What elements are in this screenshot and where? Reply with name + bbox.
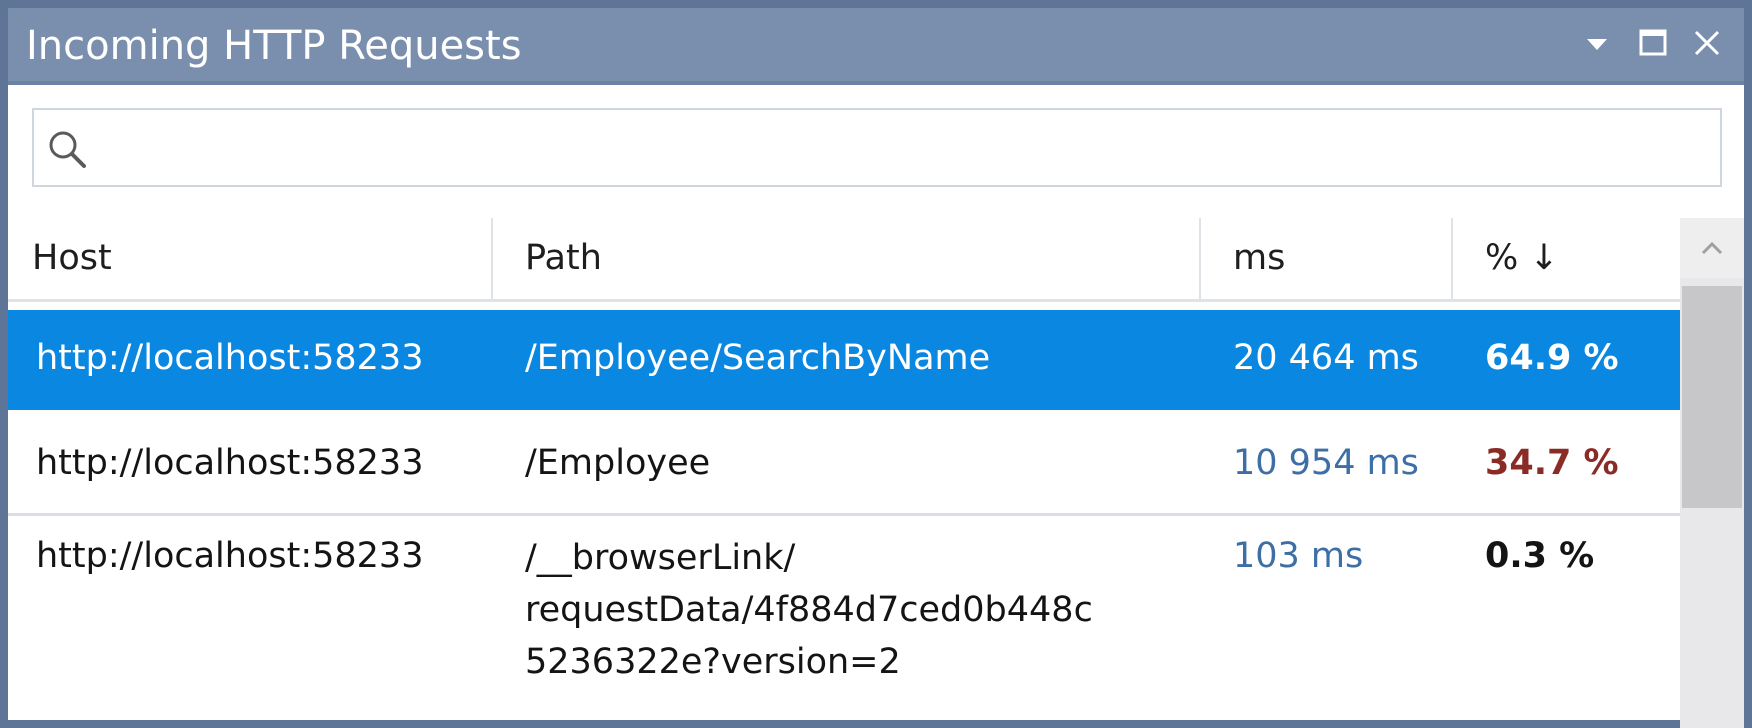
host-cell: http://localhost:58233 <box>36 536 424 576</box>
search-box[interactable] <box>32 108 1722 187</box>
path-line: 5236322e?version=2 <box>525 642 901 682</box>
title-bar[interactable]: Incoming HTTP Requests <box>8 8 1744 85</box>
table-header: Host Path ms % ↓ <box>8 218 1680 302</box>
chevron-down-icon <box>1587 39 1607 50</box>
host-cell: http://localhost:58233 <box>36 338 424 378</box>
requests-table: Host Path ms % ↓ http://localhost:58233 … <box>8 218 1744 728</box>
duration-cell: 20 464 ms <box>1233 338 1419 378</box>
table-row[interactable]: http://localhost:58233 /Employee 10 954 … <box>8 413 1680 516</box>
search-input[interactable] <box>104 120 1708 178</box>
table-row[interactable]: http://localhost:58233 /Employee/SearchB… <box>8 310 1680 410</box>
duration-cell: 10 954 ms <box>1233 443 1419 483</box>
column-header-percent[interactable]: % ↓ <box>1453 218 1680 299</box>
maximize-button[interactable] <box>1632 22 1674 64</box>
path-line: requestData/4f884d7ced0b448c <box>525 590 1093 630</box>
scroll-up-button[interactable] <box>1680 218 1744 278</box>
window-menu-button[interactable] <box>1576 22 1618 64</box>
scrollbar-thumb[interactable] <box>1682 286 1742 508</box>
column-header-ms[interactable]: ms <box>1201 218 1453 299</box>
table-row[interactable]: http://localhost:58233 /__browserLink/ r… <box>8 516 1680 728</box>
vertical-scrollbar[interactable] <box>1680 218 1744 728</box>
chevron-up-icon <box>1701 241 1723 255</box>
window-title: Incoming HTTP Requests <box>26 23 522 69</box>
column-header-host[interactable]: Host <box>8 218 493 299</box>
percent-cell: 34.7 % <box>1485 443 1619 483</box>
maximize-icon <box>1639 29 1667 56</box>
duration-cell: 103 ms <box>1233 536 1364 576</box>
close-button[interactable] <box>1686 22 1728 64</box>
search-icon <box>49 131 86 168</box>
path-cell: /Employee <box>525 443 711 483</box>
path-cell: /Employee/SearchByName <box>525 338 991 378</box>
http-requests-window: Incoming HTTP Requests Host Path ms % ↓ … <box>0 0 1752 728</box>
percent-cell: 0.3 % <box>1485 536 1595 576</box>
path-cell: /__browserLink/ requestData/4f884d7ced0b… <box>525 532 1165 688</box>
close-icon <box>1694 30 1720 56</box>
host-cell: http://localhost:58233 <box>36 443 424 483</box>
percent-cell: 64.9 % <box>1485 338 1619 378</box>
path-line: /__browserLink/ <box>525 538 796 578</box>
column-header-path[interactable]: Path <box>493 218 1201 299</box>
